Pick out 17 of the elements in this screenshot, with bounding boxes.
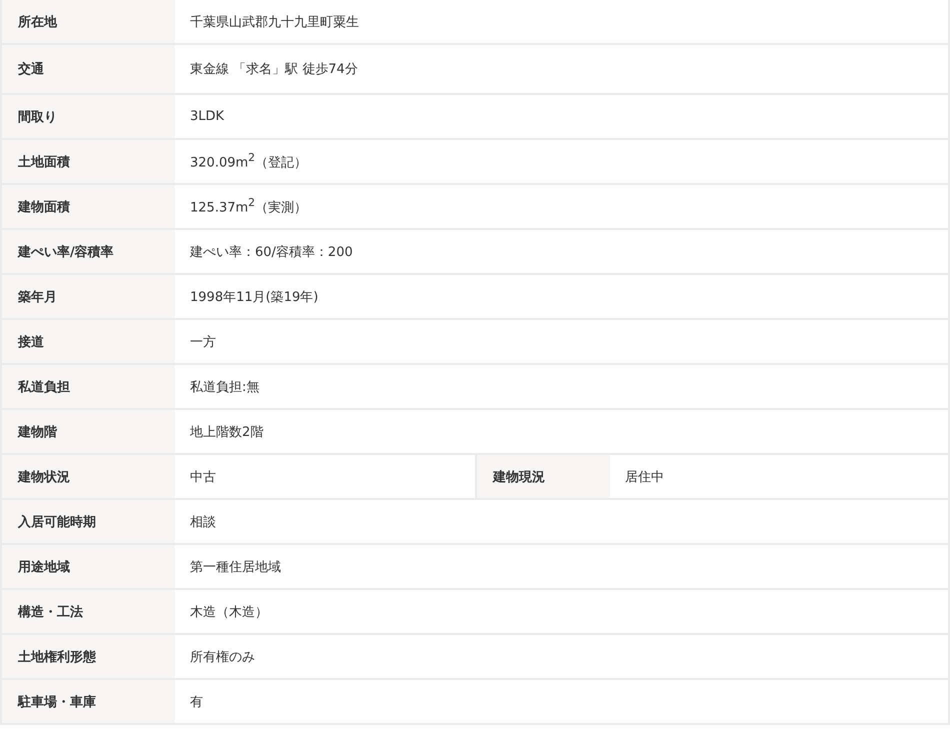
row-label: 建物現況: [475, 455, 610, 498]
row-label: 構造・工法: [2, 590, 175, 633]
row-label: 建物階: [2, 410, 175, 453]
row-label: 駐車場・車庫: [2, 680, 175, 723]
row-label: 建ぺい率/容積率: [2, 230, 175, 273]
row-label: 接道: [2, 320, 175, 363]
row-label: 私道負担: [2, 365, 175, 408]
row-label: 土地面積: [2, 140, 175, 183]
row-label: 建物状況: [2, 455, 175, 498]
row-label: 交通: [2, 45, 175, 93]
row-label: 入居可能時期: [2, 500, 175, 543]
row-label: 建物面積: [2, 185, 175, 228]
row-label: 築年月: [2, 275, 175, 318]
row-label: 間取り: [2, 95, 175, 138]
row-label: 所在地: [2, 0, 175, 43]
row-label: 用途地域: [2, 545, 175, 588]
row-label: 土地権利形態: [2, 635, 175, 678]
